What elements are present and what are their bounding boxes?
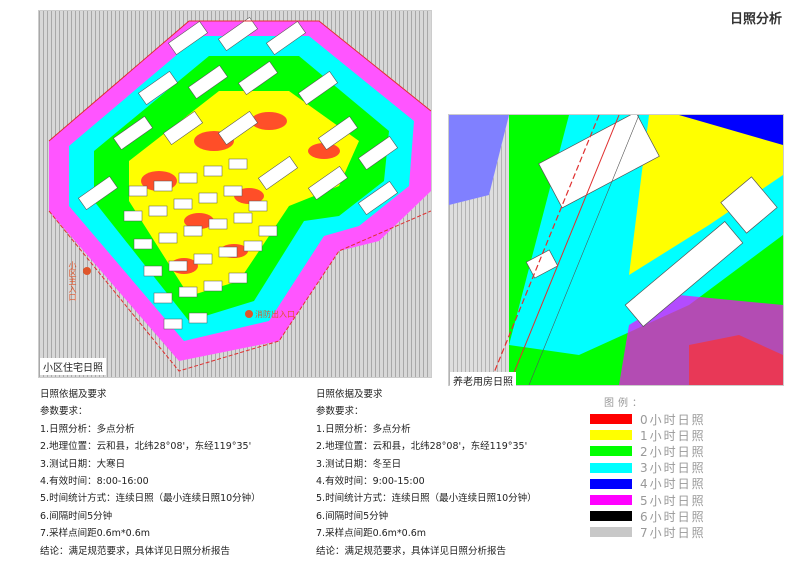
legend-item: 0小时日照 — [590, 411, 750, 427]
left-map-caption: 小区住宅日照 — [40, 358, 106, 375]
legend-label: 0小时日照 — [640, 412, 706, 427]
legend-title: 图例： — [604, 398, 646, 409]
legend-swatch — [590, 527, 632, 538]
legend-item: 1小时日照 — [590, 427, 750, 443]
right-heading: 日照依据及要求 — [316, 389, 383, 400]
right-line: 6.间隔时间5分钟 — [316, 510, 389, 522]
left-line: 2.地理位置：云和县，北纬28°08'，东经119°35' — [40, 441, 252, 453]
left-line: 7.采样点间距0.6m*0.6m — [40, 528, 151, 540]
main-entrance-label: 小区主入口 — [68, 261, 77, 301]
legend-label: 3小时日照 — [640, 461, 706, 476]
sunlight-legend: 图例： 0小时日照 1小时日照 2小时日照 3小时日照 4小时日照 5小时日照 6小时日照 7… — [590, 394, 750, 541]
right-line: 1.日照分析：多点分析 — [316, 423, 411, 435]
right-line: 2.地理位置：云和县，北纬28°08'，东经119°35' — [316, 441, 528, 453]
legend-swatch — [590, 462, 632, 473]
legend-item: 4小时日照 — [590, 476, 750, 492]
legend-item: 2小时日照 — [590, 443, 750, 459]
legend-label: 2小时日照 — [640, 444, 706, 459]
right-requirements: 日照依据及要求 参数要求： 1.日照分析：多点分析 2.地理位置：云和县，北纬2… — [316, 386, 537, 560]
elderly-housing-sunlight-map — [448, 114, 784, 386]
left-line: 4.有效时间：8:00-16:00 — [40, 476, 149, 488]
legend-label: 1小时日照 — [640, 428, 706, 443]
legend-swatch — [590, 511, 632, 522]
left-line: 3.测试日期：大寒日 — [40, 458, 126, 470]
legend-swatch — [590, 446, 632, 457]
right-line: 3.测试日期：冬至日 — [316, 458, 402, 470]
left-line: 6.间隔时间5分钟 — [40, 510, 113, 522]
right-line: 4.有效时间：9:00-15:00 — [316, 476, 425, 488]
left-heading: 日照依据及要求 — [40, 389, 107, 400]
page-title: 日照分析 — [729, 12, 782, 27]
fire-entrance-label: 消防出入口 — [255, 310, 295, 319]
left-conclusion: 结论：满足规范要求，具体详见日照分析报告 — [40, 545, 231, 557]
left-line: 1.日照分析：多点分析 — [40, 423, 135, 435]
legend-item: 3小时日照 — [590, 460, 750, 476]
residential-sunlight-map: 小区主入口 消防出入口 — [38, 10, 432, 378]
legend-item: 7小时日照 — [590, 524, 750, 540]
legend-item: 6小时日照 — [590, 508, 750, 524]
right-param-title: 参数要求： — [316, 406, 364, 418]
legend-swatch — [590, 478, 632, 489]
legend-label: 7小时日照 — [640, 525, 706, 540]
legend-item: 5小时日照 — [590, 492, 750, 508]
right-line: 5.时间统计方式：连续日照（最小连续日照10分钟） — [316, 493, 537, 505]
left-param-title: 参数要求： — [40, 406, 88, 418]
legend-label: 6小时日照 — [640, 509, 706, 524]
legend-swatch — [590, 414, 632, 425]
right-conclusion: 结论：满足规范要求，具体详见日照分析报告 — [316, 545, 507, 557]
legend-label: 4小时日照 — [640, 477, 706, 492]
left-requirements: 日照依据及要求 参数要求： 1.日照分析：多点分析 2.地理位置：云和县，北纬2… — [40, 386, 261, 560]
legend-swatch — [590, 495, 632, 506]
legend-swatch — [590, 430, 632, 441]
fire-entrance-icon — [245, 310, 253, 318]
left-line: 5.时间统计方式：连续日照（最小连续日照10分钟） — [40, 493, 261, 505]
main-entrance-icon — [83, 267, 91, 275]
right-line: 7.采样点间距0.6m*0.6m — [316, 528, 427, 540]
legend-label: 5小时日照 — [640, 493, 706, 508]
